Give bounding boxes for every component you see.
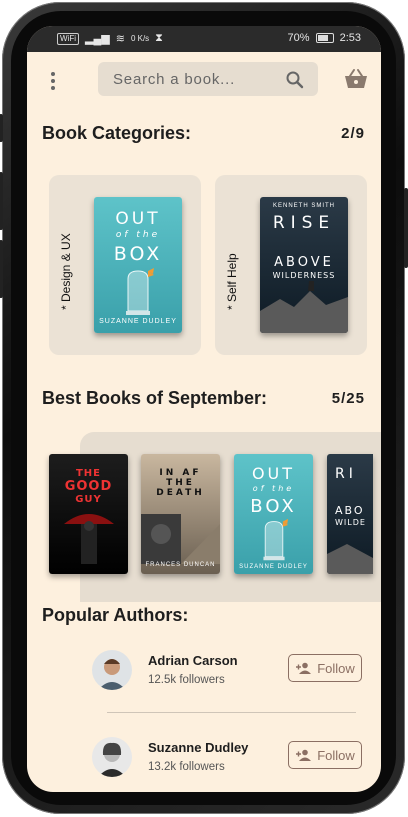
battery-percent: 70%	[287, 32, 310, 44]
book-author: SUZANNE DUDLEY	[99, 318, 177, 325]
follow-label: Follow	[317, 747, 355, 763]
category-card-self-help[interactable]: * Self Help KENNETH SMITH RISE ABOVE WIL…	[215, 175, 367, 355]
phone-side-button	[0, 114, 3, 142]
book-title-line: RISE	[272, 213, 336, 233]
book-cover[interactable]: KENNETH SMITH RISE ABOVE WILDERNESS	[260, 197, 348, 333]
book-title-line: BOX	[250, 496, 297, 517]
author-item[interactable]: Adrian Carson 12.5k followers Follow	[92, 650, 362, 700]
book-title-line: of the	[115, 230, 161, 240]
book-title-line: OUT	[251, 464, 296, 483]
book-title-line: GUY	[75, 494, 102, 505]
person-add-icon	[296, 749, 312, 761]
best-books-title: Best Books of September:	[42, 388, 268, 408]
search-icon[interactable]	[286, 71, 304, 89]
best-books-counter: 5/25	[331, 390, 365, 407]
book-cover[interactable]: THE GOOD GUY	[49, 454, 128, 574]
rock-climber-illustration	[260, 281, 348, 333]
author-followers: 13.2k followers	[148, 761, 225, 773]
categories-title: Book Categories:	[42, 123, 192, 143]
author-name: Suzanne Dudley	[148, 740, 249, 755]
author-divider	[107, 712, 356, 713]
menu-dots-icon[interactable]	[51, 72, 57, 90]
avatar	[92, 650, 132, 690]
search-input[interactable]: Search a book...	[98, 62, 318, 96]
author-name: Adrian Carson	[148, 653, 238, 668]
book-title-line: WILDERNESS	[272, 271, 336, 280]
book-title-line: ABO	[335, 504, 365, 517]
follow-button[interactable]: Follow	[288, 741, 362, 769]
author-followers: 12.5k followers	[148, 674, 225, 686]
book-cover[interactable]: IN AF THE DEATH FRANCES DUNCAN	[141, 454, 220, 574]
authors-title: Popular Authors:	[42, 605, 189, 625]
network-speed: 0 K/s	[130, 34, 150, 43]
book-cover[interactable]: OUT of the BOX SUZANNE DUDLEY	[94, 197, 182, 333]
jar-butterfly-illustration	[126, 268, 154, 315]
umbrella-man-illustration	[64, 514, 114, 564]
phone-side-button	[404, 188, 408, 268]
clock: 2:53	[339, 32, 361, 44]
book-title-line: DEATH	[156, 488, 205, 498]
app-screen: WiFi ▂▄▆ ≋ 0 K/s ⧗ 70% 2:53 Search a boo…	[27, 26, 381, 792]
book-title-line: ABOVE	[274, 255, 334, 270]
signal-icon: ▂▄▆	[85, 33, 110, 45]
phone-side-button	[0, 172, 3, 230]
book-cover[interactable]: RI ABO WILDE	[327, 454, 373, 574]
wifi-chip: WiFi	[57, 32, 79, 45]
train-station-illustration	[141, 514, 220, 564]
book-author: SUZANNE DUDLEY	[239, 564, 308, 570]
category-card-design[interactable]: * Design & UX OUT of the BOX SUZANNE DUD…	[49, 175, 201, 355]
book-cover[interactable]: OUT of the BOX SUZANNE DUDLEY	[234, 454, 313, 574]
book-title-line: THE	[75, 468, 102, 479]
phone-side-button	[0, 240, 3, 298]
battery-icon	[315, 33, 334, 43]
book-title-line: OUT	[115, 209, 161, 229]
search-placeholder: Search a book...	[113, 71, 236, 88]
basket-icon[interactable]	[344, 68, 368, 90]
rock-climber-illustration	[327, 544, 373, 574]
book-title-line: THE	[166, 478, 195, 488]
book-author: KENNETH SMITH	[272, 203, 335, 209]
book-author: FRANCES DUNCAN	[145, 562, 216, 568]
book-title-line: IN AF	[159, 468, 202, 478]
book-title-line: RI	[335, 466, 357, 482]
book-title-line: WILDE	[335, 518, 366, 527]
status-bar: WiFi ▂▄▆ ≋ 0 K/s ⧗ 70% 2:53	[27, 26, 381, 52]
jar-butterfly-illustration	[263, 518, 289, 561]
category-label: * Self Help	[225, 253, 239, 310]
categories-counter: 2/9	[341, 125, 365, 142]
book-title-line: BOX	[113, 243, 163, 265]
author-item[interactable]: Suzanne Dudley 13.2k followers Follow	[92, 737, 362, 787]
top-bar: Search a book...	[27, 60, 381, 100]
book-title-line: GOOD	[64, 479, 113, 494]
wifi-icon: ≋	[115, 33, 125, 45]
person-add-icon	[296, 662, 312, 674]
follow-label: Follow	[317, 660, 355, 676]
avatar	[92, 737, 132, 777]
book-title-line: of the	[252, 484, 295, 493]
follow-button[interactable]: Follow	[288, 654, 362, 682]
hourglass-icon: ⧗	[155, 32, 163, 44]
category-label: * Design & UX	[59, 233, 73, 310]
